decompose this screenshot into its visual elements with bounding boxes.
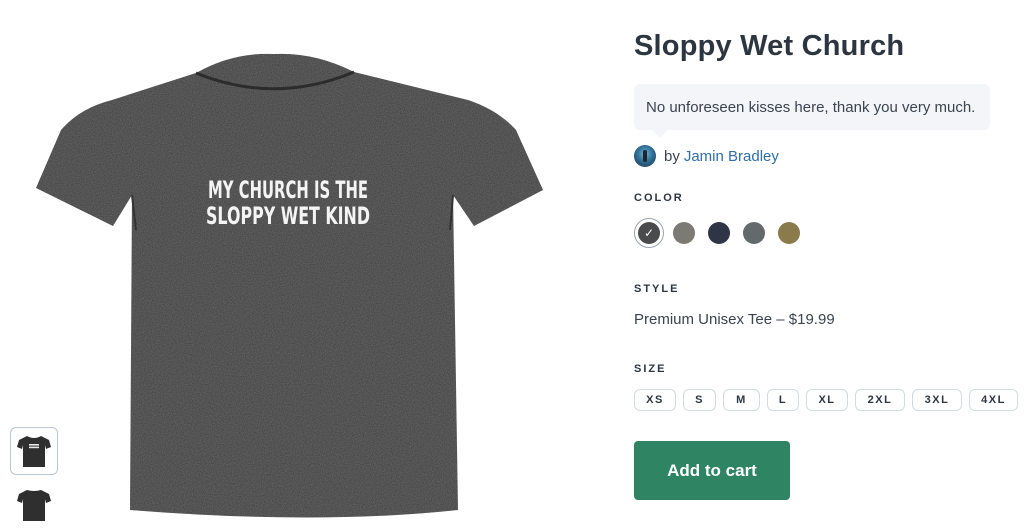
- byline-prefix: by: [664, 147, 680, 165]
- size-4xl-button[interactable]: 4XL: [969, 389, 1018, 411]
- color-label: COLOR: [634, 192, 684, 204]
- size-l-button[interactable]: L: [767, 389, 799, 411]
- byline: by Jamin Bradley: [634, 145, 779, 167]
- size-3xl-button[interactable]: 3XL: [912, 389, 962, 411]
- swatch-charcoal-dot: ✓: [638, 222, 660, 244]
- swatch-gray-dot: [673, 222, 695, 244]
- swatch-charcoal[interactable]: ✓: [634, 218, 664, 248]
- checkmark-icon: ✓: [643, 226, 655, 240]
- size-xl-button[interactable]: XL: [806, 389, 848, 411]
- size-xs-button[interactable]: XS: [634, 389, 676, 411]
- size-2xl-button[interactable]: 2XL: [855, 389, 905, 411]
- avatar[interactable]: [634, 145, 656, 167]
- size-m-button[interactable]: M: [723, 389, 760, 411]
- tshirt-body: [36, 53, 543, 518]
- swatch-gray[interactable]: [669, 218, 699, 248]
- product-tagline: No unforeseen kisses here, thank you ver…: [634, 84, 990, 138]
- add-to-cart-button[interactable]: Add to cart: [634, 441, 790, 500]
- style-label: STYLE: [634, 283, 680, 295]
- tagline-text: No unforeseen kisses here, thank you ver…: [646, 98, 976, 116]
- swatch-navy[interactable]: [704, 218, 734, 248]
- shirt-print-line-1: MY CHURCH IS THE: [208, 176, 368, 204]
- tshirt-image: MY CHURCH IS THE SLOPPY WET KIND: [36, 53, 543, 518]
- swatch-slate-dot: [743, 222, 765, 244]
- product-title: Sloppy Wet Church: [634, 30, 905, 62]
- swatch-slate[interactable]: [739, 218, 769, 248]
- shirt-print-line-2: SLOPPY WET KIND: [206, 202, 370, 230]
- swatch-navy-dot: [708, 222, 730, 244]
- author-link[interactable]: Jamin Bradley: [684, 148, 779, 165]
- swatch-olive[interactable]: [774, 218, 804, 248]
- style-select[interactable]: Premium Unisex Tee – $19.99: [634, 311, 835, 328]
- size-s-button[interactable]: S: [683, 389, 716, 411]
- size-options: XS S M L XL 2XL 3XL 4XL: [634, 389, 1018, 411]
- swatch-olive-dot: [778, 222, 800, 244]
- size-label: SIZE: [634, 363, 667, 375]
- color-swatches: ✓: [634, 218, 809, 248]
- product-image: MY CHURCH IS THE SLOPPY WET KIND: [28, 30, 548, 525]
